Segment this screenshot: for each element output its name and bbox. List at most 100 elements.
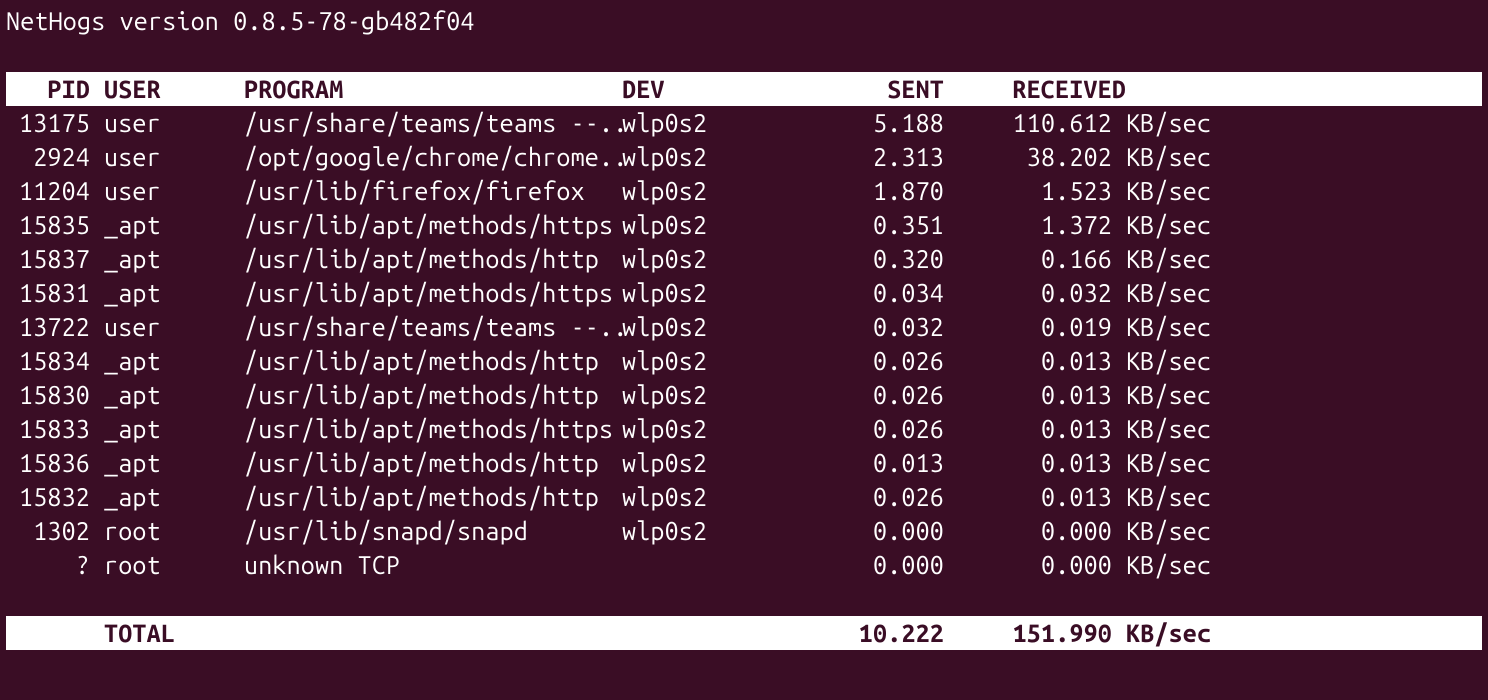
cell-sent: 0.013	[790, 446, 944, 480]
cell-recv: 0.013	[944, 446, 1126, 480]
table-row: ?rootunknown TCP0.0000.000KB/sec	[6, 548, 1482, 582]
header-unit-spacer	[1126, 72, 1224, 106]
cell-pid: 15832	[6, 480, 104, 514]
cell-recv: 0.166	[944, 242, 1126, 276]
cell-user: user	[104, 106, 244, 140]
cell-dev: wlp0s2	[622, 106, 790, 140]
cell-dev: wlp0s2	[622, 174, 790, 208]
cell-pid: 11204	[6, 174, 104, 208]
table-row: 15834_apt/usr/lib/apt/methods/httpwlp0s2…	[6, 344, 1482, 378]
cell-program: /usr/lib/firefox/firefox	[244, 174, 622, 208]
cell-user: _apt	[104, 378, 244, 412]
table-row: 15831_apt/usr/lib/apt/methods/httpswlp0s…	[6, 276, 1482, 310]
header-dev: DEV	[622, 72, 790, 106]
cell-recv: 0.013	[944, 480, 1126, 514]
cell-user: _apt	[104, 446, 244, 480]
cell-recv: 0.013	[944, 412, 1126, 446]
cell-recv: 1.372	[944, 208, 1126, 242]
cell-pid: 15837	[6, 242, 104, 276]
cell-dev: wlp0s2	[622, 344, 790, 378]
cell-recv: 110.612	[944, 106, 1126, 140]
cell-pid: 13175	[6, 106, 104, 140]
cell-program: /usr/share/teams/teams --..	[244, 106, 622, 140]
cell-unit: KB/sec	[1126, 208, 1224, 242]
cell-unit: KB/sec	[1126, 106, 1224, 140]
total-pid-spacer	[6, 616, 104, 650]
cell-user: _apt	[104, 480, 244, 514]
table-row: 11204user/usr/lib/firefox/firefoxwlp0s21…	[6, 174, 1482, 208]
cell-dev: wlp0s2	[622, 276, 790, 310]
cell-user: _apt	[104, 208, 244, 242]
cell-unit: KB/sec	[1126, 310, 1224, 344]
table-total-row: TOTAL 10.222 151.990 KB/sec	[6, 616, 1482, 650]
cell-program: /usr/lib/apt/methods/http	[244, 344, 622, 378]
table-row: 15836_apt/usr/lib/apt/methods/httpwlp0s2…	[6, 446, 1482, 480]
cell-dev: wlp0s2	[622, 310, 790, 344]
table-body: 13175user/usr/share/teams/teams --..wlp0…	[6, 106, 1482, 582]
cell-unit: KB/sec	[1126, 140, 1224, 174]
cell-unit: KB/sec	[1126, 344, 1224, 378]
cell-recv: 1.523	[944, 174, 1126, 208]
cell-dev: wlp0s2	[622, 446, 790, 480]
cell-sent: 0.000	[790, 514, 944, 548]
header-user: USER	[104, 72, 244, 106]
cell-pid: 15830	[6, 378, 104, 412]
cell-program: unknown TCP	[244, 548, 622, 582]
table-row: 15837_apt/usr/lib/apt/methods/httpwlp0s2…	[6, 242, 1482, 276]
cell-user: _apt	[104, 412, 244, 446]
cell-program: /usr/share/teams/teams --..	[244, 310, 622, 344]
total-dev-spacer	[622, 616, 790, 650]
total-label: TOTAL	[104, 616, 244, 650]
cell-dev: wlp0s2	[622, 242, 790, 276]
header-pid: PID	[6, 72, 104, 106]
cell-program: /usr/lib/apt/methods/http	[244, 242, 622, 276]
total-prog-spacer	[244, 616, 622, 650]
cell-dev: wlp0s2	[622, 514, 790, 548]
cell-recv: 0.000	[944, 514, 1126, 548]
bottom-bar	[6, 650, 1482, 662]
table-row: 15832_apt/usr/lib/apt/methods/httpwlp0s2…	[6, 480, 1482, 514]
cell-unit: KB/sec	[1126, 514, 1224, 548]
cell-program: /opt/google/chrome/chrome..	[244, 140, 622, 174]
header-received: RECEIVED	[944, 72, 1126, 106]
cell-dev	[622, 548, 790, 582]
cell-program: /usr/lib/apt/methods/https	[244, 412, 622, 446]
table-row: 15833_apt/usr/lib/apt/methods/httpswlp0s…	[6, 412, 1482, 446]
cell-sent: 0.026	[790, 378, 944, 412]
cell-pid: 15836	[6, 446, 104, 480]
total-sent: 10.222	[790, 616, 944, 650]
cell-program: /usr/lib/snapd/snapd	[244, 514, 622, 548]
cell-user: user	[104, 174, 244, 208]
cell-unit: KB/sec	[1126, 548, 1224, 582]
cell-pid: 15835	[6, 208, 104, 242]
cell-dev: wlp0s2	[622, 378, 790, 412]
cell-sent: 0.026	[790, 480, 944, 514]
cell-program: /usr/lib/apt/methods/https	[244, 276, 622, 310]
cell-recv: 0.019	[944, 310, 1126, 344]
total-unit: KB/sec	[1126, 616, 1224, 650]
cell-unit: KB/sec	[1126, 378, 1224, 412]
blank-line	[6, 582, 1482, 616]
header-program: PROGRAM	[244, 72, 622, 106]
cell-user: _apt	[104, 276, 244, 310]
cell-dev: wlp0s2	[622, 140, 790, 174]
cell-sent: 1.870	[790, 174, 944, 208]
cell-pid: 15831	[6, 276, 104, 310]
cell-unit: KB/sec	[1126, 242, 1224, 276]
cell-user: root	[104, 548, 244, 582]
cell-sent: 0.320	[790, 242, 944, 276]
header-sent: SENT	[790, 72, 944, 106]
table-header-row: PID USER PROGRAM DEV SENT RECEIVED	[6, 72, 1482, 106]
cell-user: user	[104, 310, 244, 344]
cell-recv: 0.013	[944, 378, 1126, 412]
cell-pid: 2924	[6, 140, 104, 174]
cell-sent: 2.313	[790, 140, 944, 174]
table-row: 13722user/usr/share/teams/teams --..wlp0…	[6, 310, 1482, 344]
cell-pid: 13722	[6, 310, 104, 344]
table-row: 15830_apt/usr/lib/apt/methods/httpwlp0s2…	[6, 378, 1482, 412]
cell-pid: 15833	[6, 412, 104, 446]
cell-sent: 0.351	[790, 208, 944, 242]
cell-sent: 0.034	[790, 276, 944, 310]
table-row: 2924user/opt/google/chrome/chrome..wlp0s…	[6, 140, 1482, 174]
total-recv: 151.990	[944, 616, 1126, 650]
